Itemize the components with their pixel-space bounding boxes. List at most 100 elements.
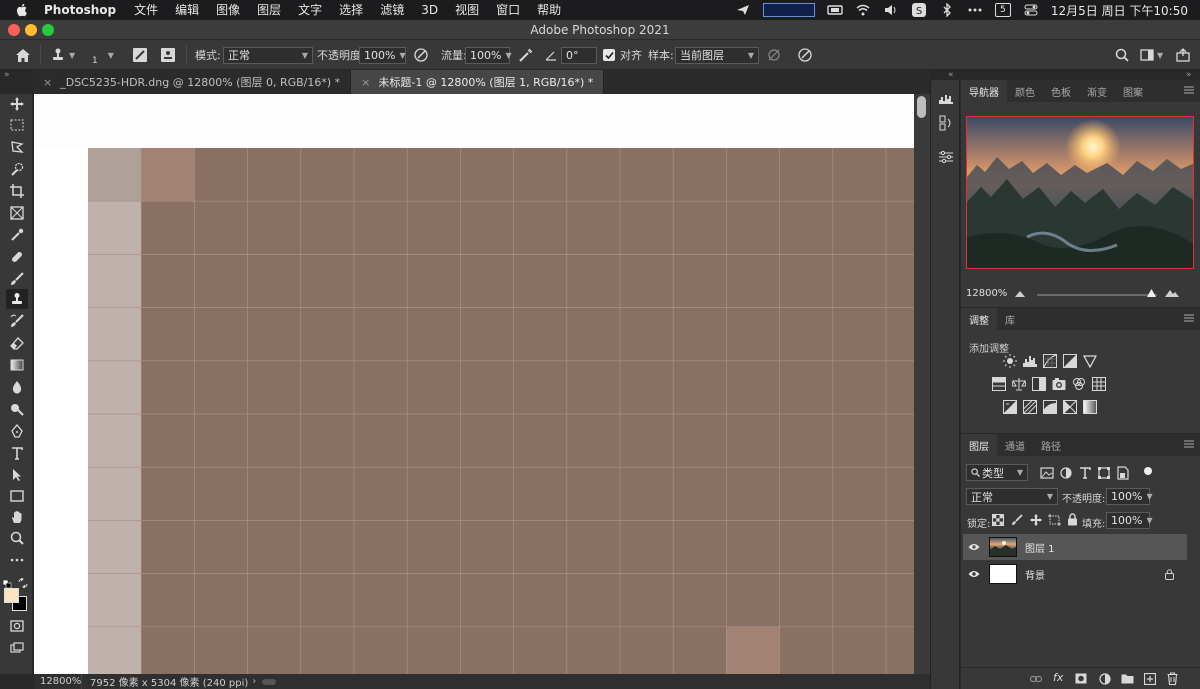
delete-layer-icon[interactable] — [1167, 672, 1178, 685]
lock-artboard-icon[interactable] — [1048, 514, 1061, 526]
panel-menu-icon[interactable] — [1184, 313, 1194, 323]
share-button[interactable] — [1176, 40, 1192, 70]
filter-toggle-icon[interactable] — [1141, 464, 1155, 478]
brightness-contrast-icon[interactable] — [1003, 354, 1017, 368]
flow-field[interactable]: 100% ▼ — [465, 46, 512, 64]
search-button[interactable] — [1115, 40, 1131, 70]
hand-tool[interactable] — [6, 507, 28, 527]
toggle-clone-source-button[interactable] — [160, 40, 178, 70]
volume-icon[interactable] — [883, 3, 899, 17]
menu-filter[interactable]: 滤镜 — [380, 0, 404, 20]
menu-layer[interactable]: 图层 — [257, 0, 281, 20]
menu-view[interactable]: 视图 — [455, 0, 479, 20]
workspace-switcher[interactable]: ▼ — [1140, 40, 1166, 70]
panels-collapse-icon[interactable]: » — [1186, 70, 1192, 80]
menu-app-name[interactable]: Photoshop — [44, 0, 116, 20]
status-scroll-pill[interactable] — [262, 678, 277, 685]
close-icon[interactable]: × — [43, 76, 52, 89]
tab-navigator[interactable]: 导航器 — [961, 80, 1007, 102]
mode-select[interactable]: 正常 ▼ — [223, 46, 313, 64]
document-canvas[interactable] — [34, 94, 914, 674]
scrollbar-thumb[interactable] — [917, 96, 926, 118]
tab-libraries[interactable]: 库 — [997, 308, 1023, 330]
menu-bar-clock[interactable]: 12月5日 周日 下午10:50 — [1051, 2, 1188, 19]
photo-filter-icon[interactable] — [1052, 377, 1066, 391]
filter-adjustment-icon[interactable] — [1059, 466, 1073, 480]
history-panel-button[interactable] — [936, 112, 956, 134]
histogram-panel-button[interactable] — [936, 88, 956, 110]
tab-color[interactable]: 颜色 — [1007, 80, 1043, 102]
brush-size-picker[interactable]: 1 ▼ — [92, 40, 122, 70]
layer-row-layer-1[interactable]: 图层 1 — [963, 534, 1187, 560]
chevron-right-icon[interactable]: › — [252, 676, 256, 687]
dock-collapse-icon[interactable]: « — [948, 70, 954, 80]
lasso-tool[interactable] — [6, 137, 28, 157]
screen-mode-button[interactable] — [6, 638, 28, 658]
layer-row-background[interactable]: 背景 — [963, 561, 1187, 587]
filter-type-icon[interactable] — [1078, 466, 1092, 480]
navigator-zoom-slider[interactable] — [1037, 294, 1157, 296]
new-group-icon[interactable] — [1121, 673, 1134, 684]
lock-pixels-icon[interactable] — [1011, 514, 1023, 526]
black-white-icon[interactable] — [1032, 377, 1046, 391]
opacity-field[interactable]: 100% ▼ — [359, 46, 406, 64]
dodge-tool[interactable] — [6, 399, 28, 419]
foreground-color-swatch[interactable] — [4, 588, 19, 603]
pressure-opacity-button[interactable] — [413, 40, 431, 70]
selective-color-icon[interactable] — [1063, 400, 1077, 414]
hue-saturation-icon[interactable] — [992, 377, 1006, 391]
calendar-icon[interactable]: 5 — [994, 3, 1011, 17]
send-icon[interactable] — [735, 3, 751, 17]
zoom-tool[interactable] — [6, 528, 28, 548]
fill-field[interactable]: 100% ▼ — [1106, 512, 1153, 529]
menu-type[interactable]: 文字 — [298, 0, 322, 20]
layer-name[interactable]: 背景 — [1025, 567, 1045, 582]
curves-icon[interactable] — [1043, 354, 1057, 368]
navigator-thumbnail[interactable] — [966, 116, 1194, 269]
menu-select[interactable]: 选择 — [339, 0, 363, 20]
marquee-tool[interactable] — [6, 115, 28, 135]
crop-tool[interactable] — [6, 181, 28, 201]
aligned-checkbox[interactable] — [603, 49, 615, 61]
menu-help[interactable]: 帮助 — [537, 0, 561, 20]
lock-position-icon[interactable] — [1030, 514, 1042, 526]
path-select-tool[interactable] — [6, 465, 28, 485]
apple-logo-icon[interactable] — [14, 2, 30, 18]
tray-app-icon[interactable] — [827, 3, 843, 17]
canvas-vertical-scrollbar[interactable] — [914, 94, 930, 674]
tab-dsc5235[interactable]: × _DSC5235-HDR.dng @ 12800% (图层 0, RGB/1… — [33, 70, 352, 94]
gradient-tool[interactable] — [6, 355, 28, 375]
sample-select[interactable]: 当前图层 ▼ — [675, 46, 759, 64]
home-button[interactable] — [12, 40, 34, 70]
zoom-out-mountain-icon[interactable] — [1015, 291, 1025, 297]
more-icon[interactable] — [967, 3, 983, 17]
ignore-adjustment-layers-button[interactable] — [767, 40, 783, 70]
tab-channels[interactable]: 通道 — [997, 434, 1033, 456]
quick-select-tool[interactable] — [6, 159, 28, 179]
link-layers-icon[interactable] — [1030, 674, 1042, 684]
pixel-grid[interactable] — [88, 148, 914, 674]
tab-adjustments[interactable]: 调整 — [961, 308, 997, 330]
toolbox-collapse-icon[interactable]: » — [4, 70, 10, 80]
panel-menu-icon[interactable] — [1184, 439, 1194, 449]
clone-stamp-tool[interactable] — [6, 289, 28, 309]
angle-field[interactable]: 0° — [561, 46, 597, 64]
status-zoom-field[interactable]: 12800% — [34, 674, 82, 689]
blur-tool[interactable] — [6, 377, 28, 397]
lock-all-icon[interactable] — [1067, 513, 1078, 526]
fx-icon[interactable]: fx — [1053, 671, 1063, 684]
navigator-zoom-slider-thumb[interactable] — [1146, 289, 1156, 297]
swap-colors-icon[interactable] — [18, 573, 28, 592]
add-mask-icon[interactable] — [1075, 673, 1087, 684]
wifi-icon[interactable] — [855, 3, 871, 17]
close-icon[interactable]: × — [361, 76, 370, 89]
filter-shape-icon[interactable] — [1097, 466, 1111, 480]
airbrush-button[interactable] — [518, 40, 536, 70]
sogou-icon[interactable]: S — [911, 3, 927, 17]
color-lookup-icon[interactable] — [1092, 377, 1106, 391]
filter-pixel-icon[interactable] — [1040, 466, 1054, 480]
menu-image[interactable]: 图像 — [216, 0, 240, 20]
blend-mode-select[interactable]: 正常 ▼ — [966, 488, 1058, 505]
history-brush-tool[interactable] — [6, 311, 28, 331]
menu-file[interactable]: 文件 — [134, 0, 158, 20]
